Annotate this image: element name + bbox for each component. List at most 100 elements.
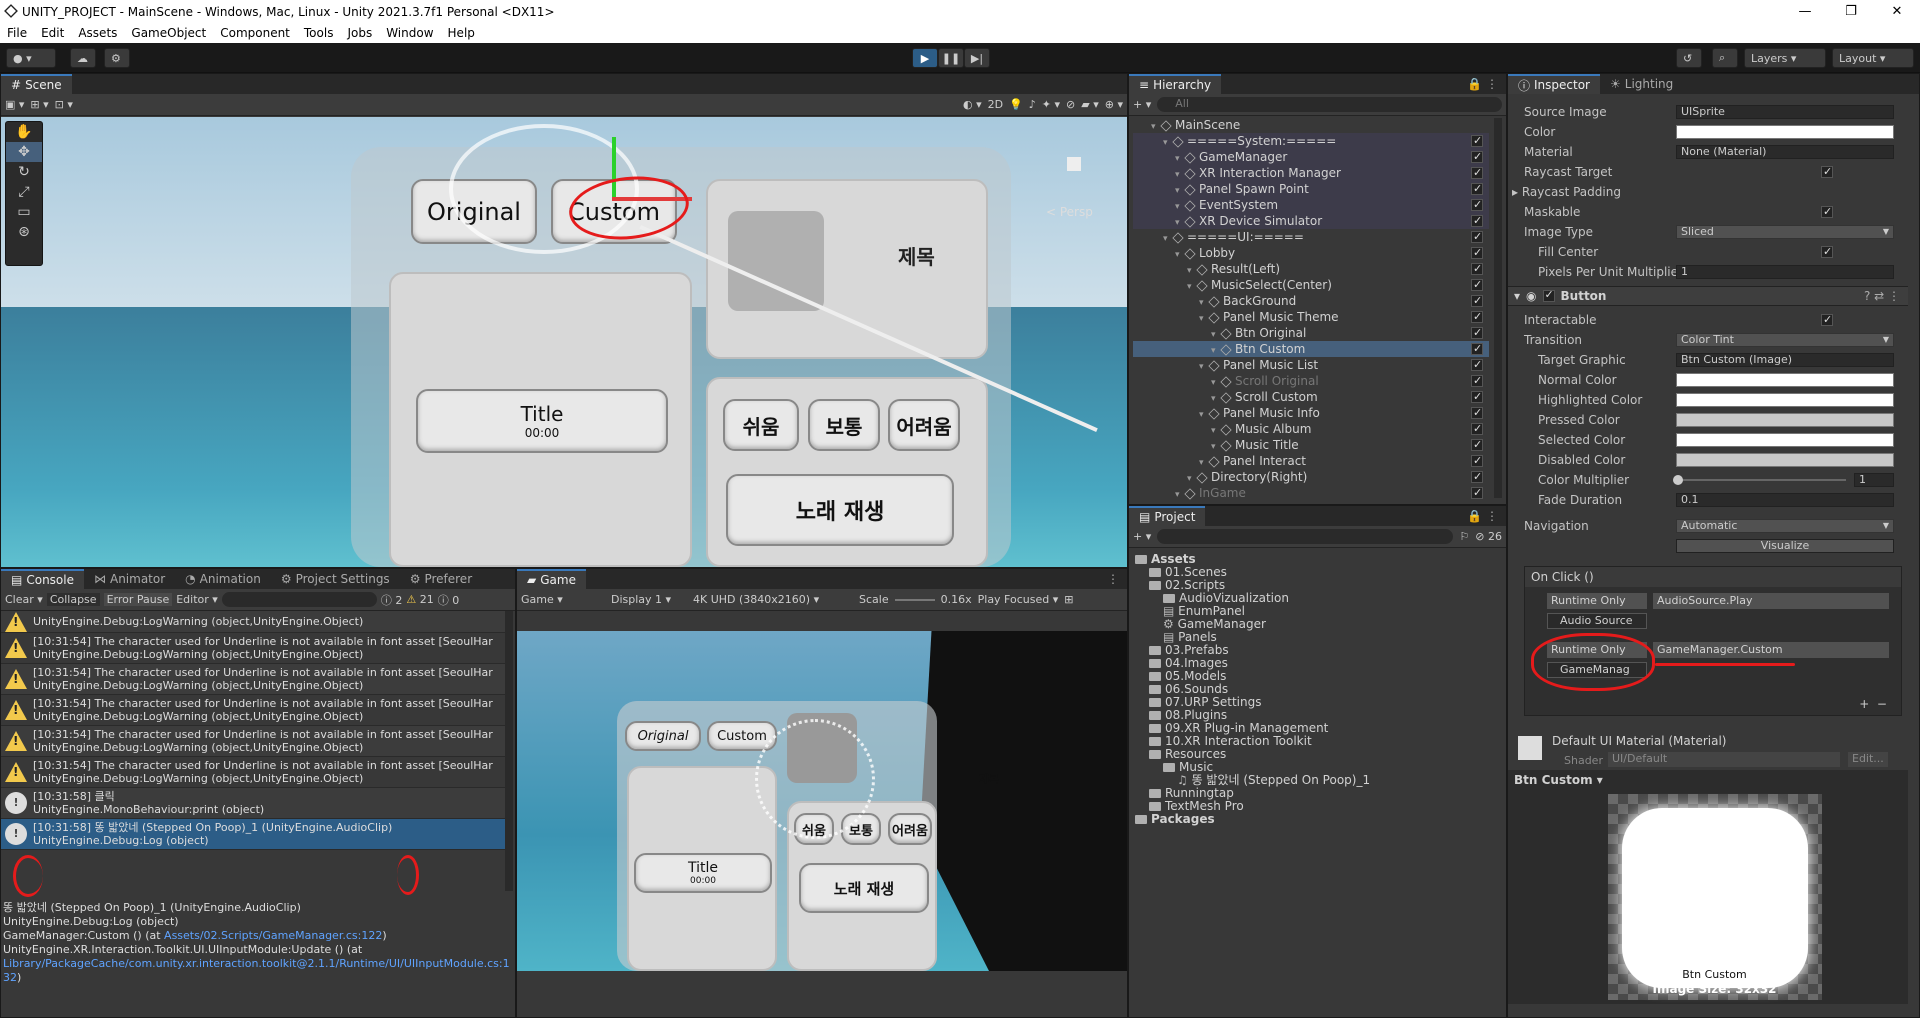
material-header[interactable]: Default UI Material (Material) Shader UI…	[1508, 732, 1908, 768]
active-checkbox[interactable]	[1471, 229, 1483, 245]
active-checkbox[interactable]	[1471, 133, 1483, 149]
button-enabled-checkbox[interactable]	[1542, 288, 1555, 302]
menu-gameobject[interactable]: GameObject	[124, 26, 213, 40]
camera-dropdown[interactable]: ▰ ▾	[1081, 98, 1098, 111]
interactable-checkbox[interactable]	[1821, 312, 1833, 328]
raycast-target-checkbox[interactable]	[1821, 164, 1833, 180]
pause-button[interactable]: ❚❚	[938, 48, 964, 68]
menu-assets[interactable]: Assets	[71, 26, 124, 40]
console-log-entry[interactable]: [10:31:54] The character used for Underl…	[1, 633, 505, 664]
hierarchy-item[interactable]: ▾ Btn Original	[1133, 325, 1489, 341]
active-checkbox[interactable]	[1471, 197, 1483, 213]
cloud-icon[interactable]: ☁	[70, 48, 96, 68]
project-count-badge[interactable]: ⊘ 26	[1475, 530, 1502, 543]
active-checkbox[interactable]	[1471, 309, 1483, 325]
rect-tool-icon[interactable]: ▭	[6, 202, 42, 222]
editor-dropdown[interactable]: Editor ▾	[176, 593, 218, 606]
persp-label[interactable]: < Persp	[1046, 205, 1093, 219]
color-multiplier-field[interactable]: 1	[1854, 473, 1894, 487]
active-checkbox[interactable]	[1471, 277, 1483, 293]
close-button[interactable]: ✕	[1874, 0, 1920, 23]
scene-2d-toggle[interactable]: 2D	[988, 98, 1003, 111]
active-checkbox[interactable]	[1471, 373, 1483, 389]
hierarchy-item[interactable]: ▾ Scroll Original	[1133, 373, 1489, 389]
preview-dropdown[interactable]: Btn Custom ▾	[1508, 770, 1908, 790]
console-log-entry[interactable]: [10:31:54] The character used for Underl…	[1, 757, 505, 788]
tab-animation[interactable]: ◔ Animation	[175, 569, 271, 589]
hierarchy-item[interactable]: ▾ Btn Custom	[1133, 341, 1489, 357]
detail-link-uiinputmodule[interactable]: Library/PackageCache/com.unity.xr.intera…	[3, 957, 510, 984]
color-multiplier-slider[interactable]	[1676, 479, 1846, 481]
hierarchy-item[interactable]: ▾ EventSystem	[1133, 197, 1489, 213]
clear-button[interactable]: Clear ▾	[5, 593, 43, 606]
hierarchy-item[interactable]: ▾ Panel Interact	[1133, 453, 1489, 469]
tab-console[interactable]: ▤ Console	[1, 569, 84, 589]
game-menu-icon[interactable]: ⋮	[1107, 572, 1119, 586]
hierarchy-item[interactable]: ▾ Panel Music Info	[1133, 405, 1489, 421]
hierarchy-item[interactable]: ▾ Music Album	[1133, 421, 1489, 437]
error-pause-toggle[interactable]: Error Pause	[103, 593, 173, 606]
fade-duration-field[interactable]: 0.1	[1676, 493, 1894, 507]
hierarchy-item[interactable]: ▾ Panel Spawn Point	[1133, 181, 1489, 197]
active-checkbox[interactable]	[1471, 261, 1483, 277]
display-dropdown[interactable]: Display 1 ▾	[611, 593, 687, 606]
hierarchy-scrollbar[interactable]	[1494, 118, 1502, 498]
fill-center-checkbox[interactable]	[1821, 244, 1833, 260]
tab-scene[interactable]: # Scene	[1, 74, 72, 94]
effects-dropdown[interactable]: ✦ ▾	[1042, 98, 1060, 111]
highlighted-color-field[interactable]	[1676, 393, 1894, 407]
menu-edit[interactable]: Edit	[34, 26, 71, 40]
collapse-toggle[interactable]: Collapse	[46, 593, 100, 606]
menu-help[interactable]: Help	[441, 26, 482, 40]
warn-count-toggle[interactable]: ⚠ 21	[406, 593, 433, 606]
gizmo-center-cube[interactable]	[1067, 157, 1081, 171]
event1-mode-dropdown[interactable]: Runtime Only	[1547, 593, 1647, 609]
console-log-entry[interactable]: ! [10:31:58] 클릭 UnityEngine.MonoBehaviour:…	[1, 788, 505, 819]
navigation-dropdown[interactable]: Automatic	[1676, 519, 1894, 533]
project-filter-icon[interactable]: ⚐	[1459, 530, 1469, 543]
hierarchy-item[interactable]: ▾ Panel Music Theme	[1133, 309, 1489, 325]
event-add-remove-buttons[interactable]: + −	[1859, 697, 1887, 711]
scene-snap-dropdown[interactable]: ⊡ ▾	[55, 98, 73, 111]
ppu-field[interactable]: 1	[1676, 265, 1894, 279]
hierarchy-item[interactable]: ▾ Result(Left)	[1133, 261, 1489, 277]
tab-hierarchy[interactable]: ≡ Hierarchy	[1129, 74, 1222, 94]
active-checkbox[interactable]	[1471, 165, 1483, 181]
console-log-entry[interactable]: UnityEngine.Debug:LogWarning (object,Uni…	[1, 611, 505, 633]
hierarchy-item[interactable]: ▾ GameManager	[1133, 149, 1489, 165]
normal-color-field[interactable]	[1676, 373, 1894, 387]
target-graphic-field[interactable]: Btn Custom (Image)	[1676, 353, 1894, 367]
selected-color-field[interactable]	[1676, 433, 1894, 447]
button-component-header[interactable]: ▾ ◉ Button ? ⇄ ⋮	[1508, 286, 1908, 306]
source-image-field[interactable]: UISprite	[1676, 105, 1894, 119]
hierarchy-item[interactable]: ▾ Music Title	[1133, 437, 1489, 453]
layout-dropdown[interactable]: Layout ▾	[1832, 48, 1914, 68]
transform-tool-icon[interactable]: ⊛	[6, 222, 42, 242]
tab-game[interactable]: ▰ Game	[517, 569, 586, 589]
play-mode-dropdown[interactable]: Play Focused ▾	[978, 593, 1059, 606]
console-search-input[interactable]	[221, 592, 377, 607]
component-menu-icon[interactable]: ? ⇄ ⋮	[1864, 289, 1900, 303]
event2-function-dropdown[interactable]: GameManager.Custom	[1653, 642, 1889, 658]
active-checkbox[interactable]	[1471, 485, 1483, 501]
gizmos-dropdown[interactable]: ⊕ ▾	[1105, 98, 1123, 111]
audio-toggle-icon[interactable]: ♪	[1029, 98, 1036, 111]
disabled-color-field[interactable]	[1676, 453, 1894, 467]
pressed-color-field[interactable]	[1676, 413, 1894, 427]
tab-project[interactable]: ▤ Project	[1129, 506, 1206, 526]
shader-edit-button[interactable]: Edit...	[1848, 752, 1888, 767]
menu-file[interactable]: File	[0, 26, 34, 40]
project-menu-icon[interactable]: 🔒 ⋮	[1467, 509, 1498, 523]
minimize-button[interactable]: —	[1782, 0, 1828, 23]
hierarchy-item[interactable]: ▾ BackGround	[1133, 293, 1489, 309]
maximize-button[interactable]: ❐	[1828, 0, 1874, 23]
game-stats-icon[interactable]: ⊞	[1064, 593, 1073, 606]
menu-window[interactable]: Window	[379, 26, 440, 40]
scene-shading-dropdown[interactable]: ◐ ▾	[963, 98, 982, 111]
active-checkbox[interactable]	[1471, 437, 1483, 453]
console-log-entry[interactable]: [10:31:54] The character used for Underl…	[1, 695, 505, 726]
active-checkbox[interactable]	[1471, 389, 1483, 405]
move-tool-icon[interactable]: ✥	[6, 142, 42, 162]
scale-slider[interactable]	[894, 598, 935, 601]
tab-lighting[interactable]: ☀ Lighting	[1600, 74, 1683, 94]
